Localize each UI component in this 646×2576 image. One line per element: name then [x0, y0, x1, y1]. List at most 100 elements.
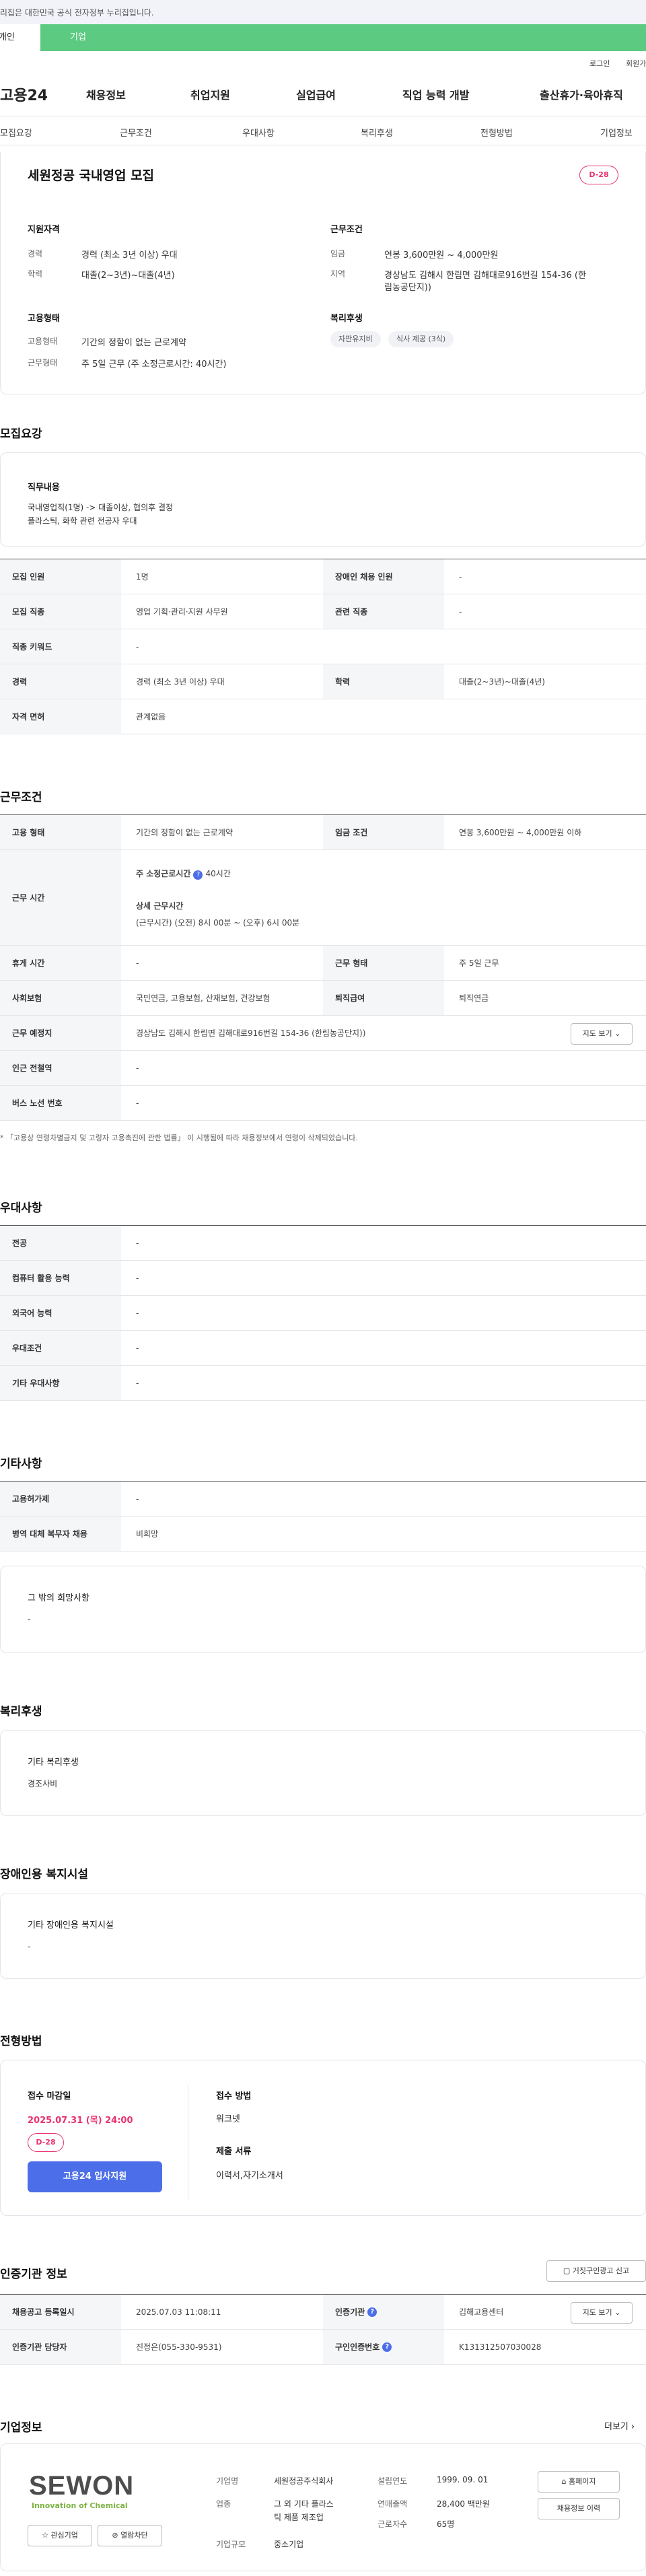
emptype-label: 고용형태 — [28, 337, 58, 346]
section-title-disabled: 장애인용 복지시설 — [0, 1868, 89, 1881]
company-card: SEWON Innovation of Chemical ☆ 관심기업 ⊘ 열람… — [0, 2443, 646, 2571]
cert-map-button-label: 지도 보기 — [582, 2308, 612, 2317]
table-row: 전공 - — [0, 1226, 646, 1261]
table-row: 외국어 능력 - — [0, 1296, 646, 1331]
wage-label: 임금 조건 — [323, 815, 444, 849]
tab-company[interactable]: 기업정보 — [600, 126, 633, 139]
worktype-label: 근무 형태 — [323, 946, 444, 980]
recruit-table: 모집 인원 1명 장애인 채용 인원 - 모집 직종 영업 기획·관리·지원 사… — [0, 559, 646, 734]
company-emp-value: 65명 — [437, 2519, 455, 2529]
duty-title: 직무내용 — [28, 483, 60, 493]
etc-table: 고용허가제 - 병역 대체 복무자 채용 비희망 — [0, 1481, 646, 1552]
summary-card: 세원정공 국내영업 모집 D-28 지원자격 경력 경력 (최소 3년 이상) … — [0, 152, 646, 394]
station-label: 인근 전철역 — [0, 1051, 121, 1085]
worktype-value: 주 5일 근무 (주 소정근로시간: 40시간) — [81, 359, 227, 370]
tab-recruit[interactable]: 모집요강 — [0, 126, 32, 139]
company-more-link[interactable]: 더보기 › — [604, 2419, 635, 2432]
career-label: 경력 — [28, 249, 43, 258]
tab-welfare[interactable]: 복리후생 — [361, 126, 393, 139]
age-law-note: * 「고용상 연령차별금지 및 고령자 고용촉진에 관한 법률」 이 시행됨에 … — [0, 1134, 358, 1142]
bus-label: 버스 노선 번호 — [0, 1086, 121, 1120]
star-icon: ☆ — [42, 2531, 48, 2540]
tab-process[interactable]: 전형방법 — [480, 126, 513, 139]
company-size-label: 기업규모 — [216, 2540, 246, 2549]
user-type-personal[interactable]: 개인 — [0, 24, 40, 51]
table-row: 채용공고 등록일시 2025.07.03 11:08:11 인증기관? 김해고용… — [0, 2295, 646, 2330]
keyword-value: - — [136, 641, 139, 652]
hours-week-row: 주 소정근로시간? 40시간 — [136, 868, 231, 880]
block-icon: ⊘ — [112, 2531, 118, 2540]
company-sales-label: 연매출액 — [378, 2499, 408, 2509]
favorite-company-button[interactable]: ☆ 관심기업 — [28, 2525, 92, 2546]
user-type-personal-label: 개인 — [0, 32, 15, 42]
career-value: 경력 (최소 3년 이상) 우대 — [136, 677, 225, 687]
edu-value: 대졸(2~3년)~대졸(4년) — [81, 271, 175, 281]
section-title-process: 전형방법 — [0, 2035, 42, 2048]
homepage-label: 홈페이지 — [569, 2477, 596, 2486]
disabled-card: 기타 장애인용 복지시설 - — [0, 1893, 646, 1979]
hours-cell: 주 소정근로시간? 40시간 상세 근무시간 (근무시간) (오전) 8시 00분… — [121, 850, 646, 945]
tab-condition[interactable]: 근무조건 — [120, 126, 152, 139]
table-row: 고용허가제 - — [0, 1482, 646, 1517]
career-label: 경력 — [0, 664, 121, 699]
hours-detail-label: 상세 근무시간 — [136, 901, 184, 911]
gnb-item-job[interactable]: 채용정보 — [86, 86, 126, 102]
help-icon[interactable]: ? — [382, 2342, 392, 2352]
homepage-button[interactable]: ⌂ 홈페이지 — [538, 2471, 620, 2493]
table-row: 고용 형태 기간의 정함이 없는 근로계약 임금 조건 연봉 3,600만원 ~… — [0, 815, 646, 850]
siren-icon: ▢ — [563, 2266, 571, 2275]
region-label: 지역 — [330, 269, 346, 279]
gnb-item-benefit[interactable]: 실업급여 — [296, 86, 336, 102]
company-industry-value-line1: 그 외 기타 플라스 — [274, 2499, 334, 2509]
disabled-card-value: - — [28, 1942, 31, 1952]
block-company-button[interactable]: ⊘ 열람차단 — [98, 2525, 162, 2546]
insurance-value: 국민연금, 고용보험, 산재보험, 건강보험 — [136, 994, 271, 1003]
section-title-cert: 인증기관 정보 — [0, 2268, 67, 2281]
table-row: 인근 전철역 - — [0, 1051, 646, 1086]
table-row: 근무 예정지 경상남도 김해시 한림면 김해대로916번길 154-36 (한림… — [0, 1016, 646, 1051]
gnb-item-leave[interactable]: 출산휴가·육아휴직 — [540, 86, 623, 102]
docs-value: 이력서,자기소개서 — [216, 2171, 283, 2181]
wage-label: 임금 — [330, 249, 346, 258]
favorite-company-label: 관심기업 — [50, 2531, 78, 2540]
user-type-company[interactable]: 기업 — [40, 24, 646, 51]
utility-links: 로그인 회원가입 — [0, 51, 646, 71]
help-icon[interactable]: ? — [193, 870, 203, 880]
table-row: 병역 대체 복무자 채용 비희망 — [0, 1517, 646, 1552]
tab-prefer[interactable]: 우대사항 — [242, 126, 275, 139]
gnb-item-support[interactable]: 취업지원 — [190, 86, 230, 102]
worktype-label: 근무형태 — [28, 358, 58, 368]
apply-button[interactable]: 고용24 입사지원 — [28, 2161, 162, 2192]
report-button[interactable]: ▢ 거짓구인광고 신고 — [546, 2260, 646, 2282]
insurance-label: 사회보험 — [0, 981, 121, 1015]
worktype-value: 주 5일 근무 — [459, 959, 499, 968]
license-value: 관계없음 — [136, 712, 166, 722]
duty-line2: 플라스틱, 화학 관련 전공자 우대 — [28, 516, 137, 526]
process-dday-badge: D-28 — [28, 2133, 64, 2152]
gnb-item-training[interactable]: 직업 능력 개발 — [402, 86, 469, 102]
login-link[interactable]: 로그인 — [589, 58, 610, 69]
map-button-label: 지도 보기 — [582, 1029, 612, 1038]
table-row: 우대조건 - — [0, 1331, 646, 1366]
recruit-history-button[interactable]: 채용정보 이력 — [538, 2498, 620, 2519]
etc-value: - — [136, 1494, 139, 1504]
edu-label: 학력 — [28, 269, 43, 279]
help-icon[interactable]: ? — [367, 2307, 378, 2317]
cert-table: 채용공고 등록일시 2025.07.03 11:08:11 인증기관? 김해고용… — [0, 2294, 646, 2365]
related-value: - — [459, 606, 462, 617]
report-button-label: 거짓구인광고 신고 — [572, 2266, 630, 2275]
detail-tabs: 모집요강 근무조건 우대사항 복리후생 전형방법 기업정보 — [0, 116, 646, 145]
table-row: 기타 우대사항 - — [0, 1366, 646, 1401]
prefer-value: - — [136, 1378, 139, 1388]
company-year-label: 설립연도 — [378, 2476, 408, 2486]
prefer-label: 컴퓨터 활용 능력 — [0, 1261, 121, 1295]
prefer-label: 전공 — [0, 1226, 121, 1260]
join-link[interactable]: 회원가입 — [626, 58, 646, 69]
hours-label: 근무 시간 — [0, 850, 121, 945]
site-logo[interactable]: 고용24 — [0, 83, 48, 105]
company-logo-text: SEWON — [29, 2471, 135, 2501]
table-row: 사회보험 국민연금, 고용보험, 산재보험, 건강보험 퇴직급여 퇴직연금 — [0, 981, 646, 1016]
disabled-value: - — [459, 571, 462, 582]
map-button[interactable]: 지도 보기 ⌄ — [571, 1023, 633, 1045]
cert-map-button[interactable]: 지도 보기 ⌄ — [571, 2302, 633, 2324]
